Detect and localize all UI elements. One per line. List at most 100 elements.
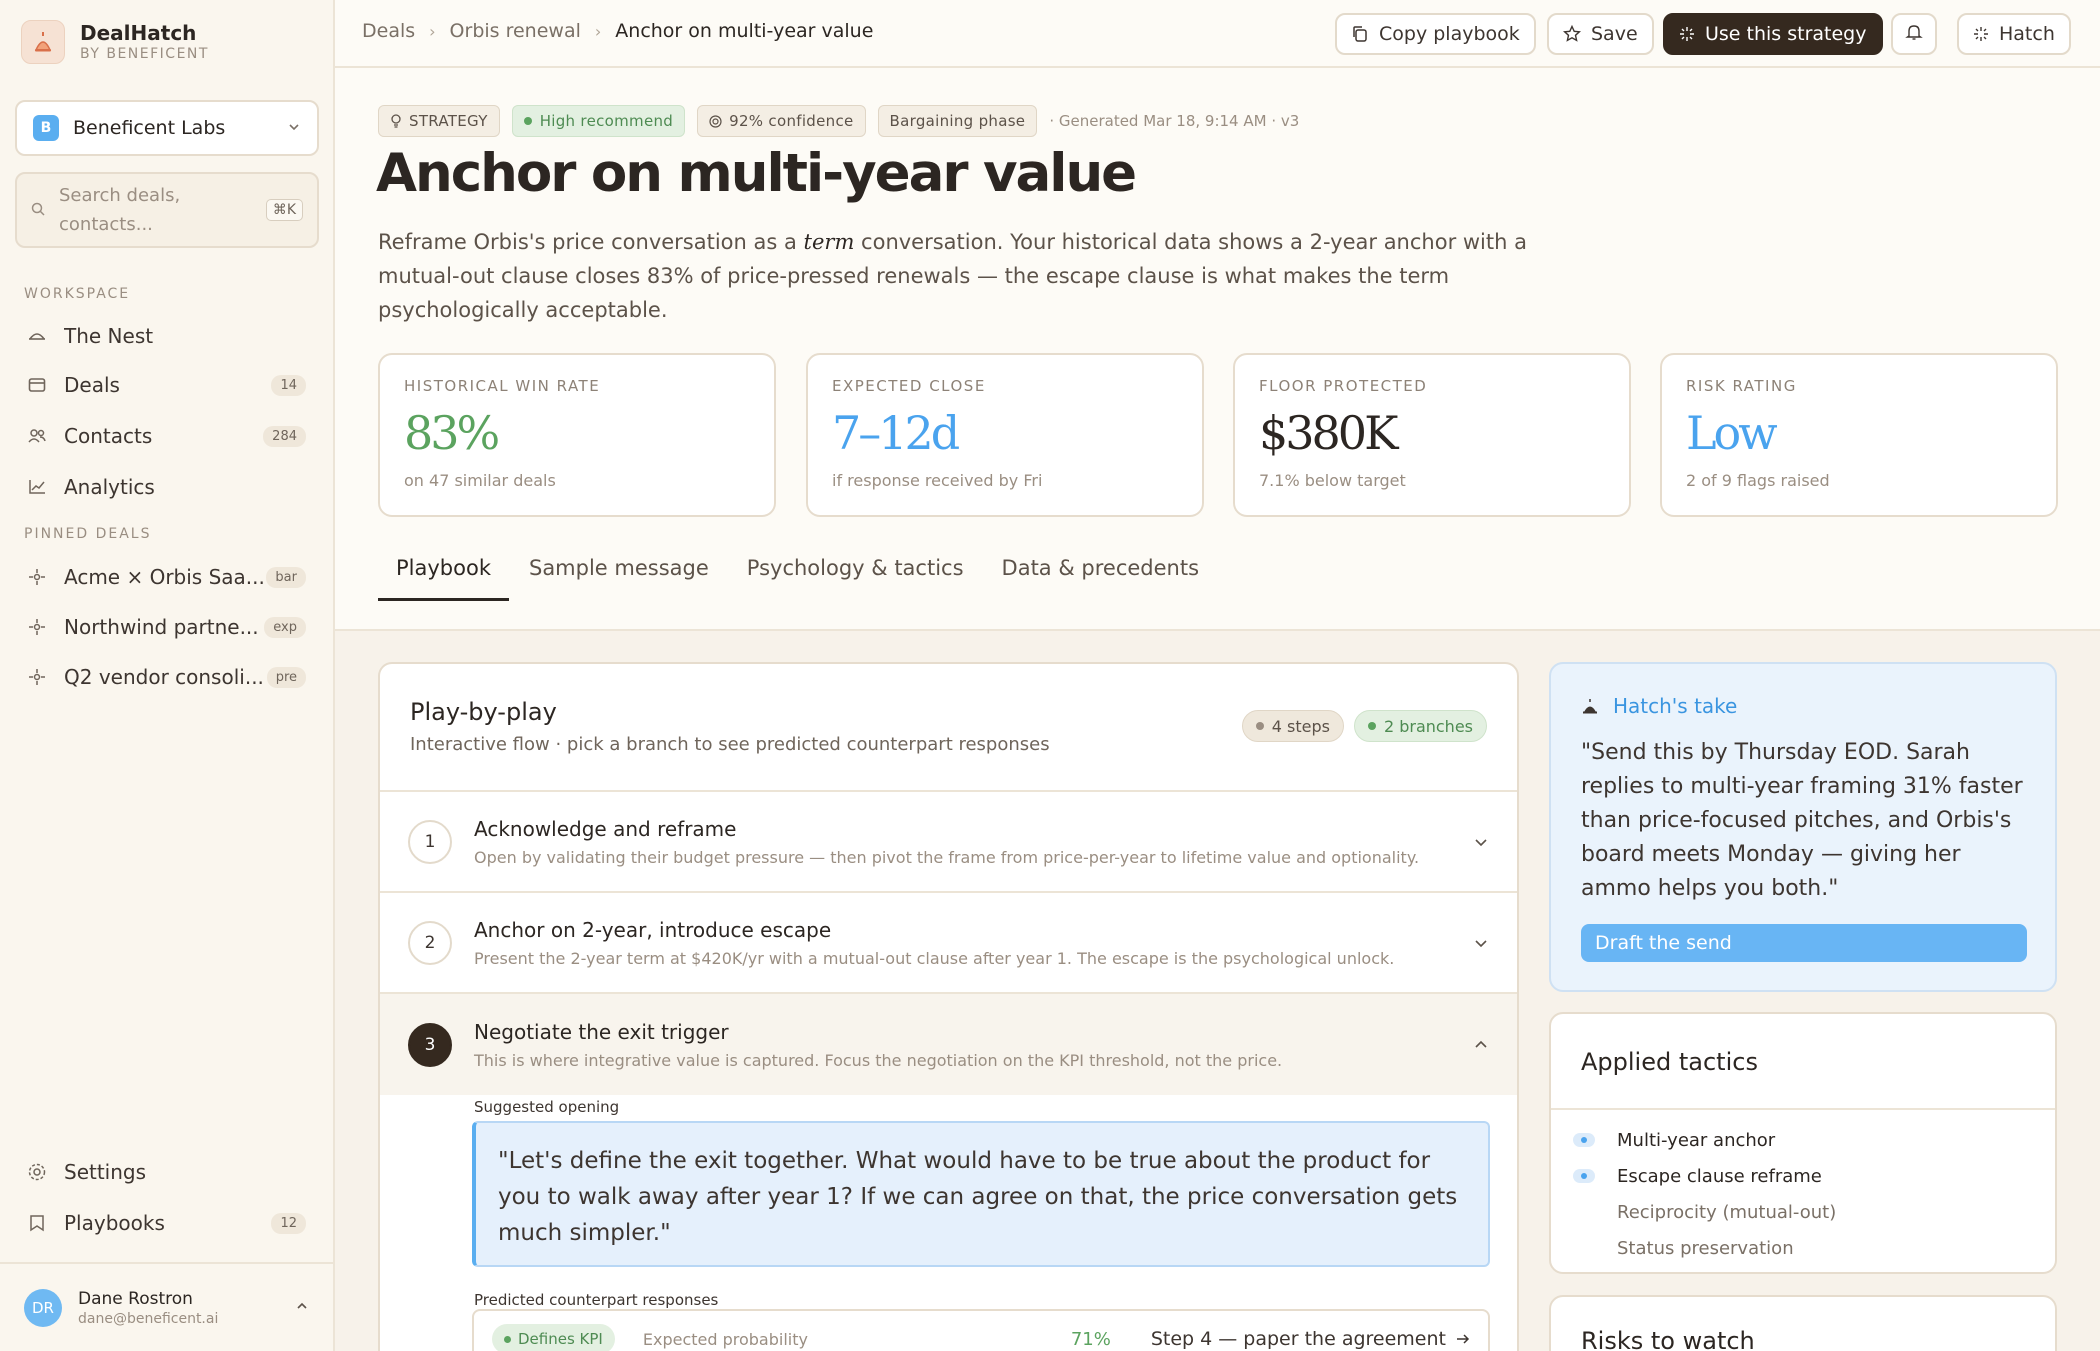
step-desc: Open by validating their budget pressure…: [474, 847, 1420, 867]
notifications-button[interactable]: [1891, 13, 1937, 55]
deals-icon: [26, 374, 48, 396]
brand-name: DealHatch: [80, 21, 197, 45]
page-title: Anchor on multi-year value: [376, 143, 1137, 204]
pinned-deal-tag: bar: [266, 566, 306, 588]
sidebar-item-contacts[interactable]: Contacts 284: [12, 415, 320, 457]
brand[interactable]: DealHatch BY BENEFICENT: [21, 20, 209, 64]
pinned-deal-q2-vendor[interactable]: Q2 vendor consoli... pre: [12, 656, 320, 698]
search-input[interactable]: Search deals, contacts...: [59, 181, 266, 239]
strategy-chip: STRATEGY: [378, 105, 500, 137]
org-switcher[interactable]: B Beneficent Labs: [15, 100, 319, 156]
step-number: 2: [408, 920, 452, 965]
hatch-button[interactable]: Hatch: [1957, 13, 2071, 55]
metric-value: 7–12d: [832, 406, 960, 460]
confidence-chip: 92% confidence: [697, 105, 866, 137]
chevron-down-icon[interactable]: [1473, 935, 1489, 951]
save-button[interactable]: Save: [1547, 13, 1654, 55]
metric-value: $380K: [1259, 406, 1398, 460]
next-step-label: Step 4 — paper the agreement: [1150, 1328, 1446, 1350]
tactic-item: Status preservation: [1551, 1230, 2055, 1266]
search-icon: [31, 201, 45, 220]
step-row-1[interactable]: 1 Acknowledge and reframe Open by valida…: [380, 792, 1517, 893]
chevron-up-icon[interactable]: [1473, 1037, 1489, 1053]
probability-value: 71%: [1070, 1328, 1111, 1350]
play-by-play-header: Play-by-play Interactive flow · pick a b…: [380, 664, 1517, 792]
phase-chip: Bargaining phase: [877, 105, 1038, 137]
step-desc: Present the 2-year term at $420K/yr with…: [474, 948, 1395, 968]
chevron-up-icon: [295, 1298, 309, 1317]
tactic-item: Escape clause reframe: [1551, 1158, 2055, 1194]
search-box[interactable]: Search deals, contacts... ⌘K: [15, 172, 319, 248]
branches-pill: 2 branches: [1353, 710, 1487, 742]
sidebar-item-playbooks[interactable]: Playbooks 12: [12, 1202, 320, 1244]
brand-sub: BY BENEFICENT: [80, 46, 209, 62]
sparkle-icon: [1973, 26, 1989, 42]
sidebar-item-analytics[interactable]: Analytics: [12, 466, 320, 508]
search-shortcut: ⌘K: [265, 199, 303, 221]
dealhatch-logo-icon: [21, 20, 65, 64]
desc-emphasis: term: [803, 230, 855, 254]
metric-sub: if response received by Fri: [832, 471, 1043, 490]
tab-sample-message[interactable]: Sample message: [511, 556, 727, 601]
metric-label: EXPECTED CLOSE: [832, 377, 986, 395]
pinned-deal-acme[interactable]: Acme × Orbis Saa... bar: [12, 556, 320, 598]
metric-sub: 2 of 9 flags raised: [1686, 471, 1830, 490]
step-number: 1: [408, 819, 452, 864]
use-strategy-button[interactable]: Use this strategy: [1663, 13, 1883, 55]
tactic-label: Reciprocity (mutual-out): [1617, 1201, 1837, 1223]
user-email: dane@beneficent.ai: [78, 1310, 219, 1327]
book-icon: [26, 1212, 48, 1234]
analytics-icon: [26, 476, 48, 498]
sidebar-item-the-nest[interactable]: The Nest: [12, 315, 320, 357]
draft-send-button[interactable]: Draft the send: [1581, 924, 2027, 962]
breadcrumb-orbis-renewal[interactable]: Orbis renewal: [450, 20, 581, 42]
chevron-right-icon: ›: [429, 21, 436, 41]
suggested-opening-quote: "Let's define the exit together. What wo…: [472, 1121, 1490, 1267]
copy-playbook-label: Copy playbook: [1379, 23, 1520, 45]
metric-label: HISTORICAL WIN RATE: [404, 377, 601, 395]
strategy-chip-label: STRATEGY: [409, 112, 488, 130]
metric-sub: 7.1% below target: [1259, 471, 1406, 490]
hatch-logo-icon: [1581, 697, 1599, 715]
use-strategy-label: Use this strategy: [1705, 23, 1867, 45]
breadcrumb-deals[interactable]: Deals: [362, 20, 415, 42]
step-row-2[interactable]: 2 Anchor on 2-year, introduce escape Pre…: [380, 893, 1517, 994]
chevron-down-icon: [287, 119, 301, 138]
strategy-description: Reframe Orbis's price conversation as a …: [378, 225, 1528, 327]
metric-value: 83%: [404, 406, 500, 460]
deals-count: 14: [271, 374, 306, 396]
breadcrumb: Deals › Orbis renewal › Anchor on multi-…: [362, 20, 873, 42]
tab-playbook[interactable]: Playbook: [378, 556, 509, 601]
metric-label: FLOOR PROTECTED: [1259, 377, 1428, 395]
step-row-3[interactable]: 3 Negotiate the exit trigger This is whe…: [380, 994, 1517, 1095]
org-badge: B: [33, 115, 59, 141]
predicted-response-row[interactable]: Defines KPI Expected probability 71% Ste…: [472, 1309, 1490, 1351]
contacts-count: 284: [263, 425, 306, 447]
pill-dot: [1255, 722, 1264, 730]
copy-playbook-button[interactable]: Copy playbook: [1335, 13, 1536, 55]
play-by-play-card: Play-by-play Interactive flow · pick a b…: [378, 662, 1519, 1351]
user-menu[interactable]: DR Dane Rostron dane@beneficent.ai: [0, 1262, 333, 1351]
tactic-label: Status preservation: [1617, 1237, 1794, 1259]
pin-icon: [26, 566, 48, 588]
tab-psychology-tactics[interactable]: Psychology & tactics: [729, 556, 982, 601]
org-name: Beneficent Labs: [73, 117, 226, 139]
sidebar-item-deals[interactable]: Deals 14: [12, 364, 320, 406]
contacts-icon: [26, 425, 48, 447]
status-dot: [523, 117, 532, 125]
next-step-link[interactable]: Step 4 — paper the agreement: [1151, 1328, 1470, 1350]
pinned-deal-tag: exp: [264, 616, 306, 638]
risks-title: Risks to watch: [1581, 1327, 1755, 1351]
playbooks-count: 12: [271, 1212, 306, 1234]
chevron-down-icon[interactable]: [1473, 834, 1489, 850]
sidebar-item-settings[interactable]: Settings: [12, 1151, 320, 1193]
probability-label: Expected probability: [642, 1329, 808, 1349]
pinned-deal-northwind[interactable]: Northwind partne... exp: [12, 606, 320, 648]
star-icon: [1563, 25, 1581, 43]
tab-data-precedents[interactable]: Data & precedents: [984, 556, 1218, 601]
sidebar-item-label: Deals: [64, 373, 120, 397]
pinned-deal-tag: pre: [266, 666, 306, 688]
step-desc: This is where integrative value is captu…: [474, 1050, 1283, 1070]
hatch-label: Hatch: [1999, 23, 2055, 45]
risks-card: Risks to watch: [1549, 1295, 2057, 1351]
